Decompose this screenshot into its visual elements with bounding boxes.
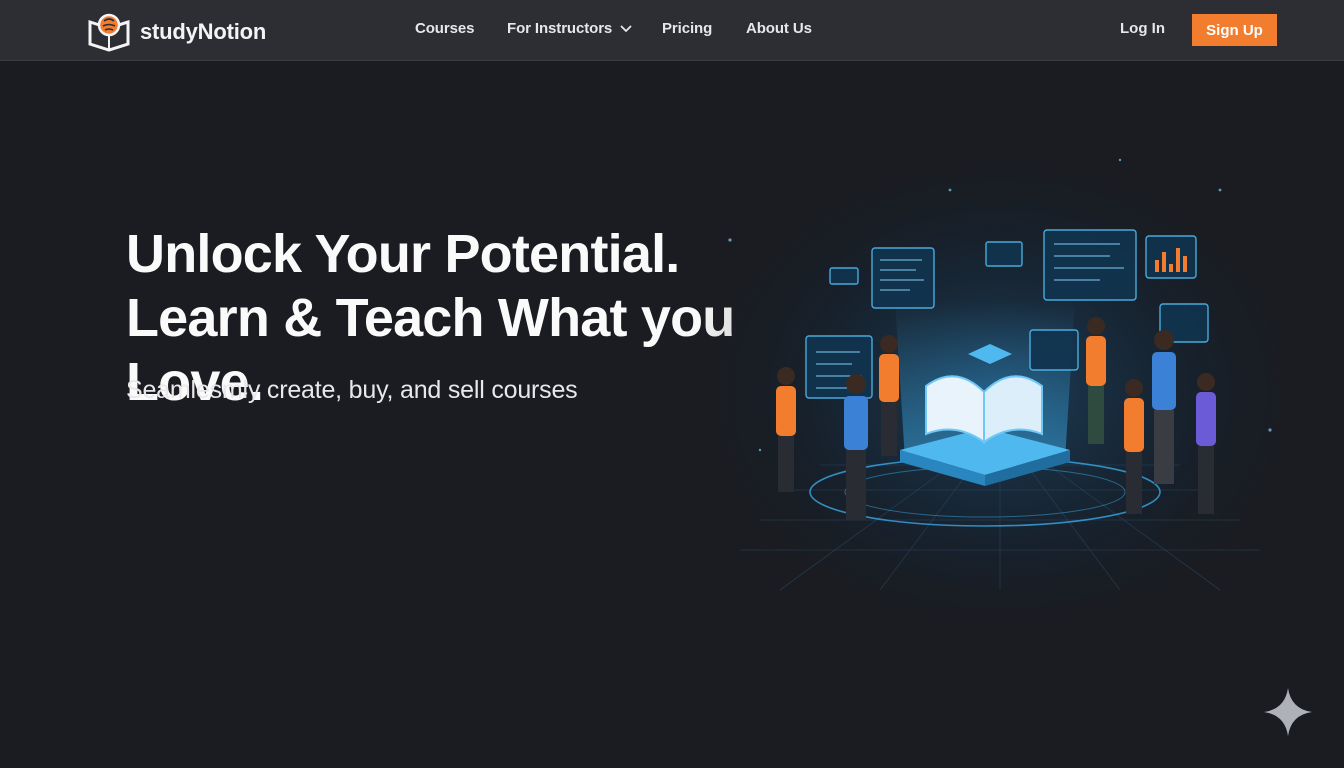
nav-link-pricing[interactable]: Pricing <box>662 20 712 37</box>
nav-link-for-instructors[interactable]: For Instructors <box>507 20 632 37</box>
brand-name: studyNotion <box>140 19 267 44</box>
sparkle-icon[interactable] <box>1262 686 1314 738</box>
nav-link-about-us[interactable]: About Us <box>746 20 812 37</box>
login-link[interactable]: Log In <box>1120 20 1165 37</box>
brand-logo[interactable]: studyNotion <box>86 12 266 52</box>
signup-button[interactable]: Sign Up <box>1192 14 1277 46</box>
book-brain-logo-icon <box>88 13 130 52</box>
nav-link-courses[interactable]: Courses <box>415 20 474 37</box>
chevron-down-icon <box>620 25 632 32</box>
top-navbar: studyNotion Courses For Instructors Pric… <box>0 0 1344 61</box>
hero-title-line-1: Unlock Your Potential. <box>126 224 680 284</box>
learning-community-illustration <box>700 130 1300 610</box>
hero-subtitle: Seamlesmly create, buy, and sell courses <box>126 376 578 404</box>
nav-link-label: For Instructors <box>507 20 613 37</box>
